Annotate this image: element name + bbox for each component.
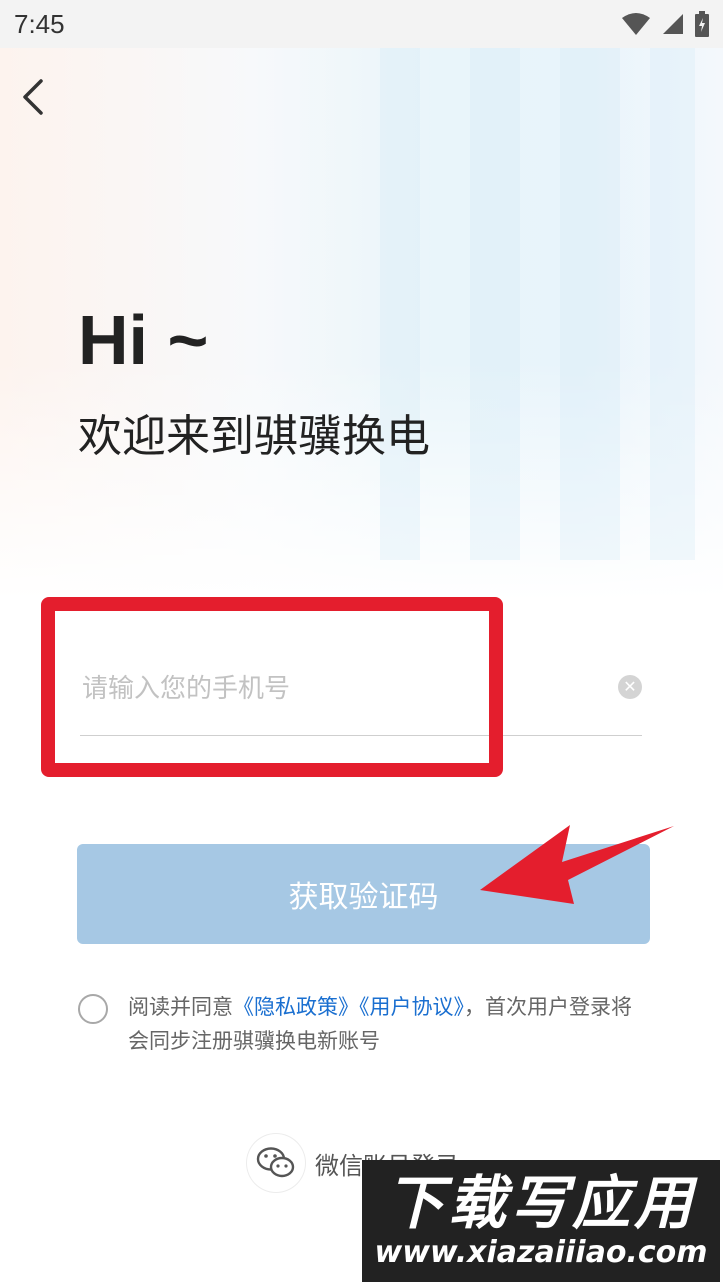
- welcome-title: 欢迎来到骐骥换电: [78, 411, 430, 462]
- watermark-title: 下载写应用: [385, 1169, 696, 1237]
- signal-icon: [663, 14, 683, 34]
- back-button[interactable]: [12, 74, 52, 120]
- bg-stripe: [650, 40, 695, 560]
- greeting-hi: Hi ~: [78, 301, 209, 379]
- clear-icon[interactable]: ✕: [618, 675, 642, 699]
- watermark-logo: 下载写应用 www.xiazaiiiao.com: [362, 1160, 720, 1282]
- watermark-url: www.xiazaiiiao.com: [374, 1235, 708, 1270]
- wifi-icon: [622, 13, 650, 35]
- bg-stripe: [470, 40, 520, 560]
- user-agreement-link[interactable]: 《用户协议》: [359, 995, 464, 1019]
- agreement-checkbox[interactable]: [78, 994, 108, 1024]
- privacy-policy-link[interactable]: 《隐私政策》: [233, 995, 359, 1019]
- wechat-icon-circle: [247, 1134, 305, 1192]
- chevron-left-icon: [23, 79, 43, 115]
- status-time: 7:45: [14, 8, 65, 39]
- agreement-text: 阅读并同意《隐私政策》《用户协议》，首次用户登录将会同步注册骐骥换电新账号: [128, 990, 648, 1058]
- annotation-highlight-box: [41, 597, 503, 777]
- agreement-prefix: 阅读并同意: [128, 995, 233, 1019]
- status-bar: 7:45: [0, 0, 723, 48]
- annotation-arrow-icon: [480, 825, 674, 904]
- battery-icon: [695, 11, 709, 37]
- status-icons: [621, 11, 709, 37]
- bg-stripe: [560, 40, 620, 560]
- wechat-icon: [256, 1147, 295, 1178]
- bg-stripe: [380, 40, 420, 560]
